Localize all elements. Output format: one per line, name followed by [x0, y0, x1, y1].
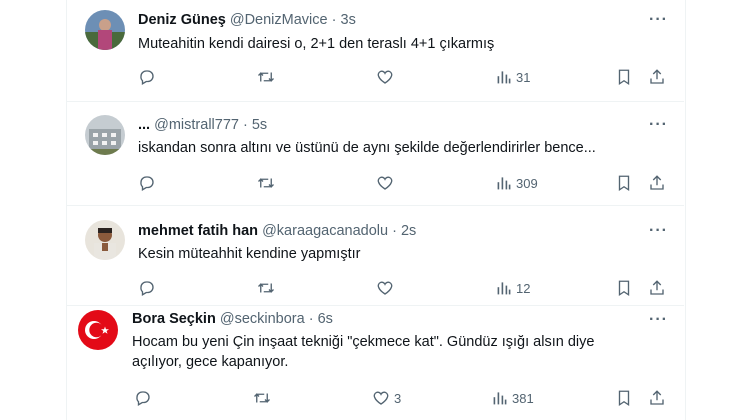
- author-handle[interactable]: @seckinbora: [220, 311, 305, 327]
- more-icon[interactable]: ···: [649, 12, 668, 28]
- tweet-text: Kesin müteahhit kendine yapmıştır: [138, 246, 361, 262]
- bookmark-icon: [618, 175, 630, 192]
- timestamp[interactable]: 2s: [401, 223, 416, 239]
- reply-button[interactable]: [134, 388, 156, 408]
- retweet-button[interactable]: [252, 388, 276, 408]
- author-name[interactable]: Deniz Güneş: [138, 12, 226, 28]
- more-icon[interactable]: ···: [649, 312, 668, 328]
- action-bar: 12: [138, 278, 668, 298]
- avatar[interactable]: [78, 310, 118, 350]
- tweet[interactable]: Deniz Güneş @DenizMavice · 3s ··· Muteah…: [66, 0, 684, 102]
- share-button[interactable]: [648, 173, 666, 193]
- avatar[interactable]: [85, 10, 125, 50]
- avatar[interactable]: [85, 220, 125, 260]
- author-name[interactable]: Bora Seçkin: [132, 311, 216, 327]
- reply-icon: [140, 70, 154, 85]
- like-button[interactable]: [376, 278, 398, 298]
- tweet-text: Muteahitin kendi dairesi o, 2+1 den tera…: [138, 36, 495, 52]
- bookmark-button[interactable]: [616, 67, 632, 87]
- bookmark-button[interactable]: [616, 173, 632, 193]
- separator-dot: ·: [308, 311, 314, 327]
- tweet[interactable]: ... @mistrall777 · 5s ··· iskandan sonra…: [66, 102, 684, 206]
- timestamp[interactable]: 5s: [252, 117, 267, 133]
- retweet-icon: [258, 283, 274, 293]
- views-icon: [493, 392, 507, 405]
- tweet-text: Hocam bu yeni Çin inşaat tekniği "çekmec…: [132, 332, 662, 372]
- separator-dot: ·: [331, 12, 337, 28]
- views-icon: [497, 282, 511, 295]
- action-bar: 3 381: [134, 388, 664, 408]
- timestamp[interactable]: 6s: [318, 311, 333, 327]
- bookmark-icon: [618, 69, 630, 86]
- share-button[interactable]: [648, 388, 666, 408]
- heart-icon: [377, 176, 393, 190]
- heart-icon: [377, 281, 393, 295]
- author-handle[interactable]: @mistrall777: [154, 117, 239, 133]
- views-button[interactable]: 381: [492, 388, 534, 408]
- tweet-text-line: Hocam bu yeni Çin inşaat tekniği "çekmec…: [132, 334, 595, 350]
- reply-button[interactable]: [138, 278, 160, 298]
- tweet[interactable]: Bora Seçkin @seckinbora · 6s ··· Hocam b…: [66, 306, 684, 420]
- reply-icon: [136, 391, 150, 406]
- heart-icon: [377, 70, 393, 84]
- tweet-text-line: açılıyor, gece kapanıyor.: [132, 354, 289, 370]
- retweet-icon: [258, 178, 274, 188]
- share-button[interactable]: [648, 278, 666, 298]
- more-icon[interactable]: ···: [649, 117, 668, 133]
- author-name[interactable]: mehmet fatih han: [138, 223, 258, 239]
- like-button[interactable]: 3: [372, 388, 401, 408]
- views-button[interactable]: 12: [496, 278, 530, 298]
- action-bar: 31: [138, 67, 668, 87]
- retweet-button[interactable]: [256, 67, 280, 87]
- views-button[interactable]: 31: [496, 67, 530, 87]
- separator-dot: ·: [392, 223, 397, 239]
- retweet-icon: [258, 72, 274, 82]
- share-icon: [650, 280, 664, 295]
- reply-button[interactable]: [138, 67, 160, 87]
- reply-icon: [140, 281, 154, 296]
- views-button[interactable]: 309: [496, 173, 538, 193]
- bookmark-icon: [618, 280, 630, 297]
- tweet[interactable]: mehmet fatih han @karaagacanadolu · 2s ·…: [66, 206, 684, 306]
- retweet-button[interactable]: [256, 173, 280, 193]
- author-handle[interactable]: @DenizMavice: [230, 12, 328, 28]
- views-icon: [497, 177, 511, 190]
- share-icon: [650, 175, 664, 190]
- retweet-button[interactable]: [256, 278, 280, 298]
- retweet-icon: [254, 393, 270, 403]
- author-handle[interactable]: @karaagacanadolu: [262, 223, 388, 239]
- bookmark-button[interactable]: [616, 278, 632, 298]
- like-count: 3: [394, 390, 402, 406]
- author-name[interactable]: ...: [138, 117, 150, 133]
- like-button[interactable]: [376, 67, 398, 87]
- share-icon: [650, 390, 664, 405]
- share-icon: [650, 69, 664, 84]
- views-icon: [497, 71, 511, 84]
- timestamp[interactable]: 3s: [341, 12, 356, 28]
- heart-icon: [373, 391, 389, 405]
- action-bar: 309: [138, 173, 668, 193]
- separator-dot: ·: [242, 117, 248, 133]
- reply-button[interactable]: [138, 173, 160, 193]
- bookmark-icon: [618, 390, 630, 407]
- share-button[interactable]: [648, 67, 666, 87]
- more-icon[interactable]: ···: [649, 223, 668, 239]
- avatar[interactable]: [85, 115, 125, 155]
- like-button[interactable]: [376, 173, 398, 193]
- bookmark-button[interactable]: [616, 388, 632, 408]
- reply-icon: [140, 176, 154, 191]
- tweet-text: iskandan sonra altını ve üstünü de aynı …: [138, 140, 596, 156]
